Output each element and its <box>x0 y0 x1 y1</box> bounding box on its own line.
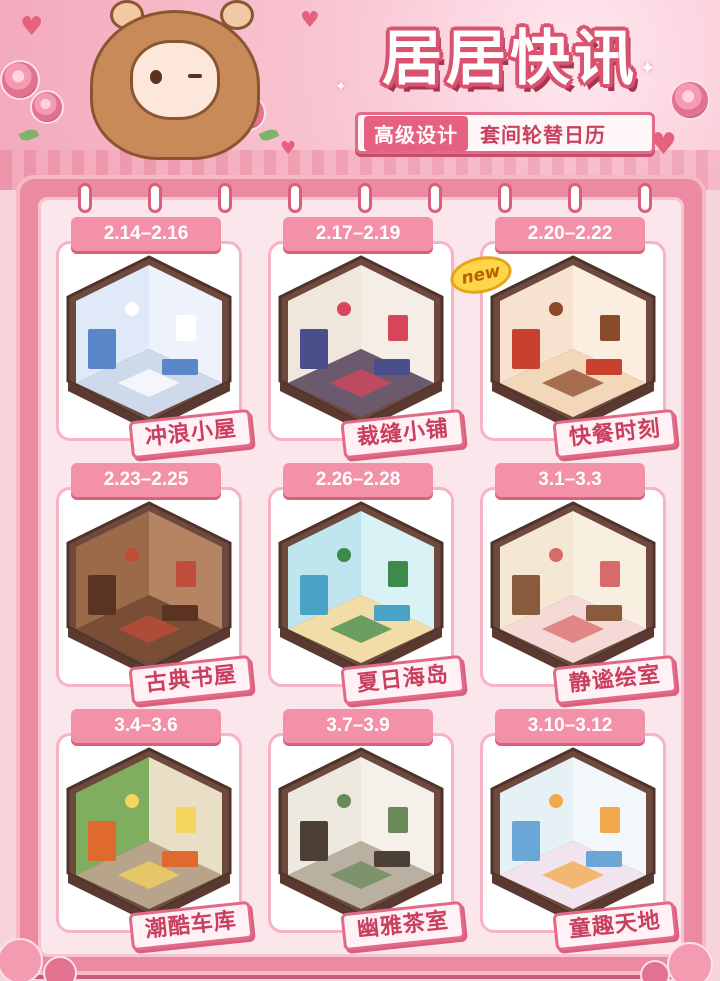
date-range-label: 3.10–3.12 <box>495 709 645 743</box>
room-illustration <box>66 747 232 923</box>
page-title: 居居快讯 <box>382 24 638 94</box>
room-window <box>600 807 620 833</box>
room-decor <box>125 794 139 808</box>
room-card[interactable]: 2.26–2.28 夏日海岛 <box>258 463 466 706</box>
room-table <box>162 359 198 375</box>
date-range-label: 2.14–2.16 <box>71 217 221 251</box>
room-card[interactable]: 2.20–2.22 快餐时刻 new <box>446 217 678 460</box>
room-furniture <box>300 821 328 861</box>
room-window <box>176 561 196 587</box>
room-card[interactable]: 2.14–2.16 冲浪小屋 <box>46 217 254 460</box>
room-window <box>600 561 620 587</box>
room-decor <box>337 302 351 316</box>
room-illustration <box>66 255 232 431</box>
binder-ring <box>288 183 302 213</box>
room-furniture <box>88 821 116 861</box>
room-furniture <box>512 821 540 861</box>
room-table <box>374 851 410 867</box>
room-decor <box>125 548 139 562</box>
heart-icon: ♥ <box>300 8 320 33</box>
room-illustration <box>278 255 444 431</box>
date-range-label: 3.1–3.3 <box>495 463 645 497</box>
room-decor <box>337 548 351 562</box>
room-furniture <box>512 329 540 369</box>
room-window <box>176 315 196 341</box>
binder-ring <box>638 183 652 213</box>
rose-decoration <box>670 80 710 120</box>
header-banner: ♥ ♥ ♥ ♥ ✦ ✦ 居居快讯 高级设计 套间轮替日历 <box>0 0 720 190</box>
binder-ring <box>148 183 162 213</box>
room-table <box>162 605 198 621</box>
room-table <box>162 851 198 867</box>
room-window <box>388 561 408 587</box>
subtitle-banner: 高级设计 套间轮替日历 <box>355 112 655 154</box>
room-table <box>374 359 410 375</box>
room-window <box>176 807 196 833</box>
room-furniture <box>300 329 328 369</box>
binder-ring <box>428 183 442 213</box>
binder-ring <box>358 183 372 213</box>
room-card[interactable]: 3.1–3.3 静谧绘室 <box>470 463 678 706</box>
room-window <box>600 315 620 341</box>
binder-ring <box>218 183 232 213</box>
rose-decoration <box>30 90 64 124</box>
date-range-label: 2.20–2.22 <box>495 217 645 251</box>
binder-ring <box>498 183 512 213</box>
date-range-label: 2.23–2.25 <box>71 463 221 497</box>
heart-icon: ♥ <box>20 12 44 42</box>
date-range-label: 2.26–2.28 <box>283 463 433 497</box>
room-table <box>586 605 622 621</box>
room-illustration <box>490 747 656 923</box>
calendar-board: 2.14–2.16 冲浪小屋 2.17–2.19 裁缝小铺 2.20–2.22 快餐时刻 n… <box>16 175 706 975</box>
room-card[interactable]: 2.23–2.25 古典书屋 <box>46 463 254 706</box>
room-illustration <box>278 501 444 677</box>
calendar-panel: 2.14–2.16 冲浪小屋 2.17–2.19 裁缝小铺 2.20–2.22 快餐时刻 n… <box>38 183 684 957</box>
room-furniture <box>512 575 540 615</box>
room-illustration <box>278 747 444 923</box>
date-range-label: 3.4–3.6 <box>71 709 221 743</box>
room-table <box>586 851 622 867</box>
mascot-character <box>70 0 270 170</box>
binder-ring <box>568 183 582 213</box>
room-decor <box>125 302 139 316</box>
room-card[interactable]: 3.10–3.12 童趣天地 <box>470 709 678 952</box>
subtitle-tag: 高级设计 <box>364 115 468 151</box>
room-furniture <box>300 575 328 615</box>
room-decor <box>337 794 351 808</box>
room-illustration <box>490 501 656 677</box>
room-grid: 2.14–2.16 冲浪小屋 2.17–2.19 裁缝小铺 2.20–2.22 快餐时刻 n… <box>46 217 678 952</box>
room-furniture <box>88 329 116 369</box>
room-furniture <box>88 575 116 615</box>
title-area: 居居快讯 <box>345 10 675 110</box>
room-window <box>388 315 408 341</box>
room-card[interactable]: 3.7–3.9 幽雅茶室 <box>258 709 466 952</box>
subtitle-text: 套间轮替日历 <box>480 122 606 147</box>
leaf-decoration <box>18 126 40 144</box>
room-table <box>374 605 410 621</box>
room-illustration <box>66 501 232 677</box>
heart-icon: ♥ <box>280 138 297 159</box>
room-decor <box>549 302 563 316</box>
date-range-label: 3.7–3.9 <box>283 709 433 743</box>
date-range-label: 2.17–2.19 <box>283 217 433 251</box>
room-card[interactable]: 2.17–2.19 裁缝小铺 <box>258 217 466 460</box>
room-card[interactable]: 3.4–3.6 潮酷车库 <box>46 709 254 952</box>
binder-ring <box>78 183 92 213</box>
room-table <box>586 359 622 375</box>
room-window <box>388 807 408 833</box>
room-decor <box>549 548 563 562</box>
room-decor <box>549 794 563 808</box>
